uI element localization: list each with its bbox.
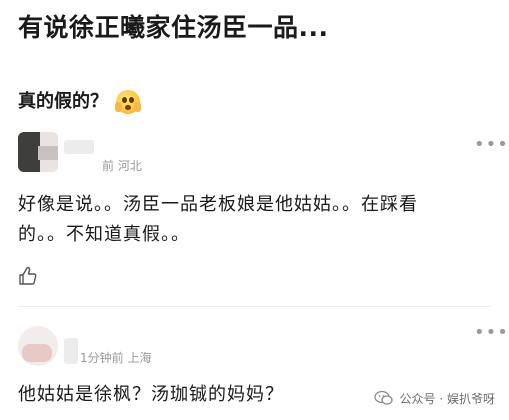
- shocked-face-emoji-icon: [115, 90, 141, 114]
- watermark: 公众号 · 娱扒爷呀: [373, 388, 495, 408]
- post-title: 有说徐正曦家住汤臣一品...: [18, 13, 329, 42]
- watermark-text: 公众号 · 娱扒爷呀: [399, 391, 495, 406]
- comment-meta: 1分钟前 上海: [80, 351, 152, 365]
- more-dots-icon[interactable]: •••: [474, 136, 509, 154]
- wechat-search-icon: [373, 390, 393, 405]
- commenter-avatar[interactable]: [18, 132, 58, 172]
- comment-text-line: 好像是说。。汤臣一品老板娘是他姑姑。。在踩看: [18, 194, 418, 215]
- commenter-avatar[interactable]: [18, 326, 58, 366]
- post-question: 真的假的？: [18, 84, 141, 120]
- comment-divider: [18, 306, 491, 307]
- comment-text: 好像是说。。汤臣一品老板娘是他姑姑。。在踩看 的。。不知道真假。。: [18, 190, 488, 250]
- post-question-text: 真的假的？: [18, 91, 108, 112]
- comment-meta: 前 河北: [102, 159, 142, 173]
- blurred-username: [64, 140, 94, 154]
- comment-text-line: 的。。不知道真假。。: [18, 224, 190, 245]
- blurred-username: [64, 338, 78, 364]
- thumbs-up-icon[interactable]: [18, 266, 38, 286]
- more-dots-icon[interactable]: •••: [474, 324, 509, 342]
